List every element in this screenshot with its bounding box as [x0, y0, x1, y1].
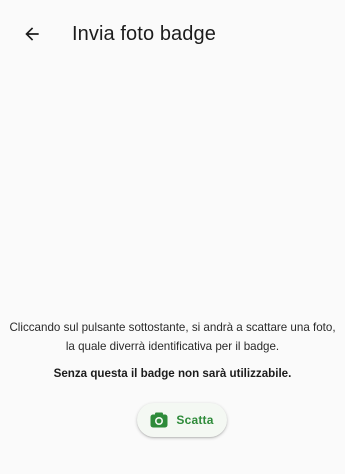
- camera-icon: [150, 412, 168, 428]
- description-text: Cliccando sul pulsante sottostante, si a…: [9, 321, 336, 353]
- arrow-left-icon: [25, 27, 39, 41]
- page-title: Invia foto badge: [72, 23, 216, 45]
- warning-text: Senza questa il badge non sarà utilizzab…: [53, 367, 292, 380]
- take-photo-button[interactable]: Scatta: [137, 403, 227, 437]
- info-section: Cliccando sul pulsante sottostante, si a…: [0, 318, 345, 383]
- take-photo-label: Scatta: [176, 413, 214, 427]
- back-button[interactable]: [18, 20, 46, 48]
- app-bar: Invia foto badge: [0, 0, 345, 64]
